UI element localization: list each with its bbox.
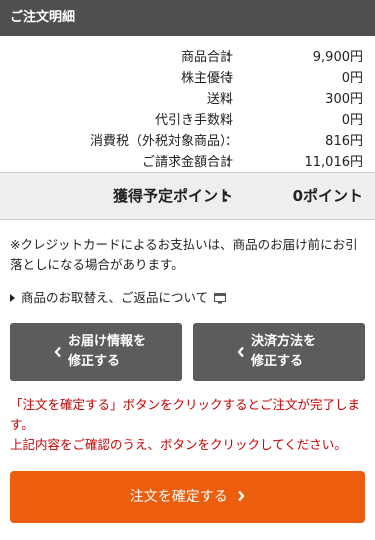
order-summary: 商品合計 ： 9,900円 株主優待 ： 0円 送料 ： 300円 代引き手数料… bbox=[0, 36, 375, 172]
points-value: 0ポイント bbox=[292, 187, 363, 205]
pc-window-icon bbox=[214, 292, 227, 303]
summary-value: 816円 bbox=[325, 134, 363, 149]
confirm-warning: 「注文を確定する」ボタンをクリックするとご注文が完了します。 上記内容をご確認の… bbox=[10, 395, 368, 455]
order-details-header: ご注文明細 bbox=[0, 0, 375, 36]
warning-line-1: 「注文を確定する」ボタンをクリックするとご注文が完了します。 bbox=[10, 397, 361, 432]
points-label: 獲得予定ポイント bbox=[112, 187, 233, 205]
summary-colon: ： bbox=[225, 50, 239, 65]
edit-payment-button[interactable]: 決済方法を 修正する bbox=[193, 323, 365, 381]
summary-value: 11,016円 bbox=[304, 155, 364, 170]
summary-colon: ： bbox=[225, 155, 239, 170]
warning-line-2: 上記内容をご確認のうえ、ボタンをクリックしてください。 bbox=[10, 437, 347, 452]
summary-label: 消費税（外税対象商品） bbox=[89, 134, 233, 149]
chevron-left-icon bbox=[237, 346, 244, 358]
summary-label: ご請求金額合計 bbox=[141, 155, 233, 170]
confirm-order-label: 注文を確定する bbox=[129, 489, 228, 505]
divider bbox=[0, 219, 375, 220]
confirm-order-button[interactable]: 注文を確定する bbox=[10, 471, 365, 523]
edit-delivery-button[interactable]: お届け情報を 修正する bbox=[10, 323, 182, 381]
header-title: ご注文明細 bbox=[10, 10, 76, 25]
exchange-return-link[interactable]: 商品のお取替え、ご返品について bbox=[10, 288, 227, 308]
points-colon: ： bbox=[222, 187, 238, 205]
credit-card-notice: ※クレジットカードによるお支払いは、商品のお届け前にお引落としになる場合がありま… bbox=[10, 237, 358, 272]
summary-label: 代引き手数料 bbox=[154, 113, 233, 128]
summary-colon: ： bbox=[225, 71, 239, 86]
triangle-right-icon bbox=[10, 294, 15, 302]
exchange-return-link-label[interactable]: 商品のお取替え、ご返品について bbox=[21, 288, 208, 308]
chevron-left-icon bbox=[54, 346, 61, 358]
summary-row-tax: 消費税（外税対象商品） ： 816円 bbox=[0, 131, 375, 152]
summary-colon: ： bbox=[225, 113, 239, 128]
points-row: 獲得予定ポイント ： 0ポイント bbox=[0, 173, 375, 219]
summary-colon: ： bbox=[225, 134, 239, 149]
summary-value: 300円 bbox=[325, 92, 363, 107]
summary-row-subtotal: 商品合計 ： 9,900円 bbox=[0, 47, 375, 68]
summary-value: 0円 bbox=[341, 71, 363, 86]
chevron-right-icon bbox=[238, 490, 245, 502]
summary-row-shipping: 送料 ： 300円 bbox=[0, 89, 375, 110]
summary-row-shareholder: 株主優待 ： 0円 bbox=[0, 68, 375, 89]
edit-delivery-label: お届け情報を 修正する bbox=[68, 334, 147, 369]
summary-value: 9,900円 bbox=[312, 50, 363, 65]
edit-payment-label: 決済方法を 修正する bbox=[251, 334, 317, 369]
summary-row-cod-fee: 代引き手数料 ： 0円 bbox=[0, 110, 375, 131]
summary-row-total: ご請求金額合計 ： 11,016円 bbox=[0, 152, 375, 173]
summary-colon: ： bbox=[225, 92, 239, 107]
summary-value: 0円 bbox=[341, 113, 363, 128]
